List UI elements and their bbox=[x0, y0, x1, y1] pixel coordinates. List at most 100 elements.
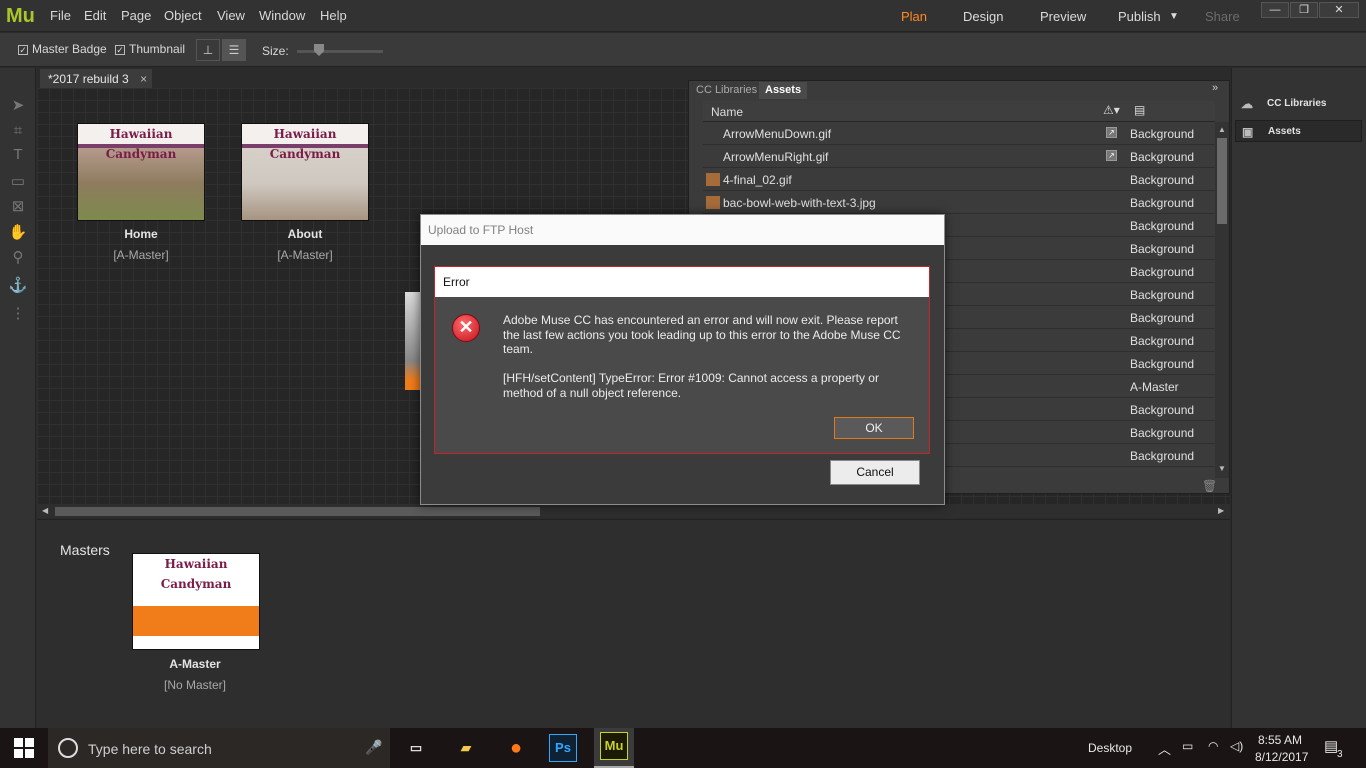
page-thumbnail-about[interactable]: Hawaiian Candyman bbox=[241, 123, 369, 221]
asset-page[interactable]: Background bbox=[1130, 196, 1194, 210]
image-frame-tool-icon[interactable]: ⊠ bbox=[8, 197, 28, 217]
mode-share[interactable]: Share bbox=[1205, 9, 1240, 24]
page-thumbnail-home[interactable]: Hawaiian Candyman bbox=[77, 123, 205, 221]
minimize-button[interactable]: — bbox=[1261, 2, 1289, 18]
asset-page[interactable]: Background bbox=[1130, 311, 1194, 325]
partial-page-thumbnail[interactable] bbox=[405, 292, 420, 390]
menu-edit[interactable]: Edit bbox=[84, 8, 106, 23]
asset-row[interactable]: 4-final_02.gif Background bbox=[703, 168, 1215, 191]
task-view-icon[interactable]: ▭ bbox=[400, 732, 432, 764]
master-badge-checkbox[interactable]: ✓ Master Badge bbox=[18, 42, 107, 56]
page-name[interactable]: Home bbox=[77, 227, 205, 241]
rectangle-tool-icon[interactable]: ▭ bbox=[8, 172, 28, 192]
size-slider-track[interactable] bbox=[297, 50, 383, 53]
close-window-button[interactable]: ✕ bbox=[1319, 2, 1359, 18]
asset-page[interactable]: A-Master bbox=[1130, 380, 1179, 394]
asset-row[interactable]: ArrowMenuRight.gif ↗ Background bbox=[703, 145, 1215, 168]
list-view-icon[interactable]: ☰ bbox=[222, 39, 246, 61]
menu-file[interactable]: File bbox=[50, 8, 71, 23]
scroll-left-icon[interactable]: ◀ bbox=[42, 506, 48, 515]
sitemap-view-icon[interactable]: ⊥ bbox=[196, 39, 220, 61]
asset-page[interactable]: Background bbox=[1130, 173, 1194, 187]
asset-page[interactable]: Background bbox=[1130, 426, 1194, 440]
asset-page[interactable]: Background bbox=[1130, 357, 1194, 371]
volume-icon[interactable]: ◁) bbox=[1230, 739, 1243, 753]
page-column-icon[interactable]: ▤ bbox=[1134, 103, 1145, 117]
menu-window[interactable]: Window bbox=[259, 8, 305, 23]
scroll-up-icon[interactable]: ▲ bbox=[1218, 125, 1226, 134]
clock-date[interactable]: 8/12/2017 bbox=[1255, 750, 1308, 764]
master-name[interactable]: A-Master bbox=[131, 657, 259, 671]
menu-help[interactable]: Help bbox=[320, 8, 347, 23]
cancel-button[interactable]: Cancel bbox=[830, 460, 920, 485]
zoom-tool-icon[interactable]: ⚲ bbox=[8, 248, 28, 268]
battery-icon[interactable]: ▭ bbox=[1182, 739, 1193, 753]
warning-icon[interactable]: ⚠▾ bbox=[1103, 103, 1120, 117]
right-panel-dock bbox=[1231, 68, 1366, 728]
mode-design[interactable]: Design bbox=[963, 9, 1003, 24]
tab-cc-libraries[interactable]: CC Libraries bbox=[690, 82, 763, 99]
firefox-icon[interactable]: ● bbox=[500, 732, 532, 764]
dock-cc-libraries[interactable]: ☁ CC Libraries bbox=[1235, 93, 1362, 115]
tab-assets[interactable]: Assets bbox=[759, 82, 808, 99]
file-explorer-icon[interactable]: ▰ bbox=[450, 732, 482, 764]
asset-row[interactable]: ArrowMenuDown.gif ↗ Background bbox=[703, 122, 1215, 145]
grid-guide-icon[interactable]: ⋮ bbox=[8, 304, 28, 324]
microphone-icon[interactable]: 🎤 bbox=[365, 739, 382, 756]
panel-collapse-icon[interactable]: » bbox=[1212, 82, 1218, 94]
windows-start-icon[interactable] bbox=[14, 738, 34, 758]
publish-dropdown-icon[interactable]: ▼ bbox=[1169, 11, 1179, 22]
crop-tool-icon[interactable]: ⌗ bbox=[8, 122, 28, 142]
menu-page[interactable]: Page bbox=[121, 8, 151, 23]
master-thumbnail[interactable]: Hawaiian Candyman bbox=[132, 553, 260, 650]
ok-button[interactable]: OK bbox=[834, 417, 914, 439]
asset-thumbnail bbox=[706, 196, 720, 209]
close-tab-icon[interactable]: × bbox=[140, 72, 147, 86]
dock-assets[interactable]: ▣ Assets bbox=[1235, 120, 1362, 142]
muse-taskbar-button[interactable]: Mu bbox=[594, 728, 634, 768]
asset-page[interactable]: Background bbox=[1130, 150, 1194, 164]
photoshop-icon[interactable]: Ps bbox=[549, 734, 577, 762]
scroll-right-icon[interactable]: ▶ bbox=[1218, 506, 1224, 515]
tools-panel bbox=[0, 68, 36, 728]
error-titlebar bbox=[435, 267, 929, 297]
show-hidden-icons-icon[interactable]: ︿ bbox=[1158, 739, 1171, 758]
asset-name: ArrowMenuDown.gif bbox=[723, 127, 832, 141]
menu-bar bbox=[0, 0, 1366, 32]
selection-tool-icon[interactable]: ➤ bbox=[8, 96, 28, 116]
clock-time[interactable]: 8:55 AM bbox=[1258, 733, 1302, 747]
column-name-header[interactable]: Name bbox=[711, 105, 743, 119]
page-name[interactable]: About bbox=[241, 227, 369, 241]
text-tool-icon[interactable]: T bbox=[8, 146, 28, 166]
asset-page[interactable]: Background bbox=[1130, 242, 1194, 256]
desktop-toolbar-label[interactable]: Desktop bbox=[1088, 741, 1132, 755]
menu-view[interactable]: View bbox=[217, 8, 245, 23]
horizontal-scroll-thumb[interactable] bbox=[55, 507, 540, 516]
menu-object[interactable]: Object bbox=[164, 8, 202, 23]
anchor-tool-icon[interactable]: ⚓ bbox=[8, 276, 28, 296]
mode-publish[interactable]: Publish bbox=[1118, 9, 1161, 24]
mode-plan[interactable]: Plan bbox=[901, 9, 927, 24]
page-master: [A-Master] bbox=[277, 248, 333, 262]
muse-logo: Mu bbox=[6, 5, 35, 27]
document-tab[interactable]: *2017 rebuild 3 × bbox=[40, 69, 152, 88]
asset-page[interactable]: Background bbox=[1130, 403, 1194, 417]
mode-preview[interactable]: Preview bbox=[1040, 9, 1086, 24]
ftp-dialog-title: Upload to FTP Host bbox=[428, 223, 534, 237]
asset-page[interactable]: Background bbox=[1130, 265, 1194, 279]
thumbnail-checkbox[interactable]: ✓ Thumbnail bbox=[115, 42, 185, 56]
size-label: Size: bbox=[262, 44, 289, 58]
asset-page[interactable]: Background bbox=[1130, 449, 1194, 463]
wifi-icon[interactable]: ◠ bbox=[1208, 739, 1218, 753]
hand-tool-icon[interactable]: ✋ bbox=[8, 223, 28, 243]
page-master: [A-Master] bbox=[113, 248, 169, 262]
restore-button[interactable]: ❐ bbox=[1290, 2, 1318, 18]
asset-row[interactable]: bac-bowl-web-with-text-3.jpg Background bbox=[703, 191, 1215, 214]
assets-scroll-thumb[interactable] bbox=[1217, 138, 1227, 224]
asset-page[interactable]: Background bbox=[1130, 334, 1194, 348]
asset-page[interactable]: Background bbox=[1130, 288, 1194, 302]
asset-page[interactable]: Background bbox=[1130, 127, 1194, 141]
scroll-down-icon[interactable]: ▼ bbox=[1218, 464, 1226, 473]
asset-page[interactable]: Background bbox=[1130, 219, 1194, 233]
trash-icon[interactable]: 🗑 bbox=[1202, 479, 1217, 493]
